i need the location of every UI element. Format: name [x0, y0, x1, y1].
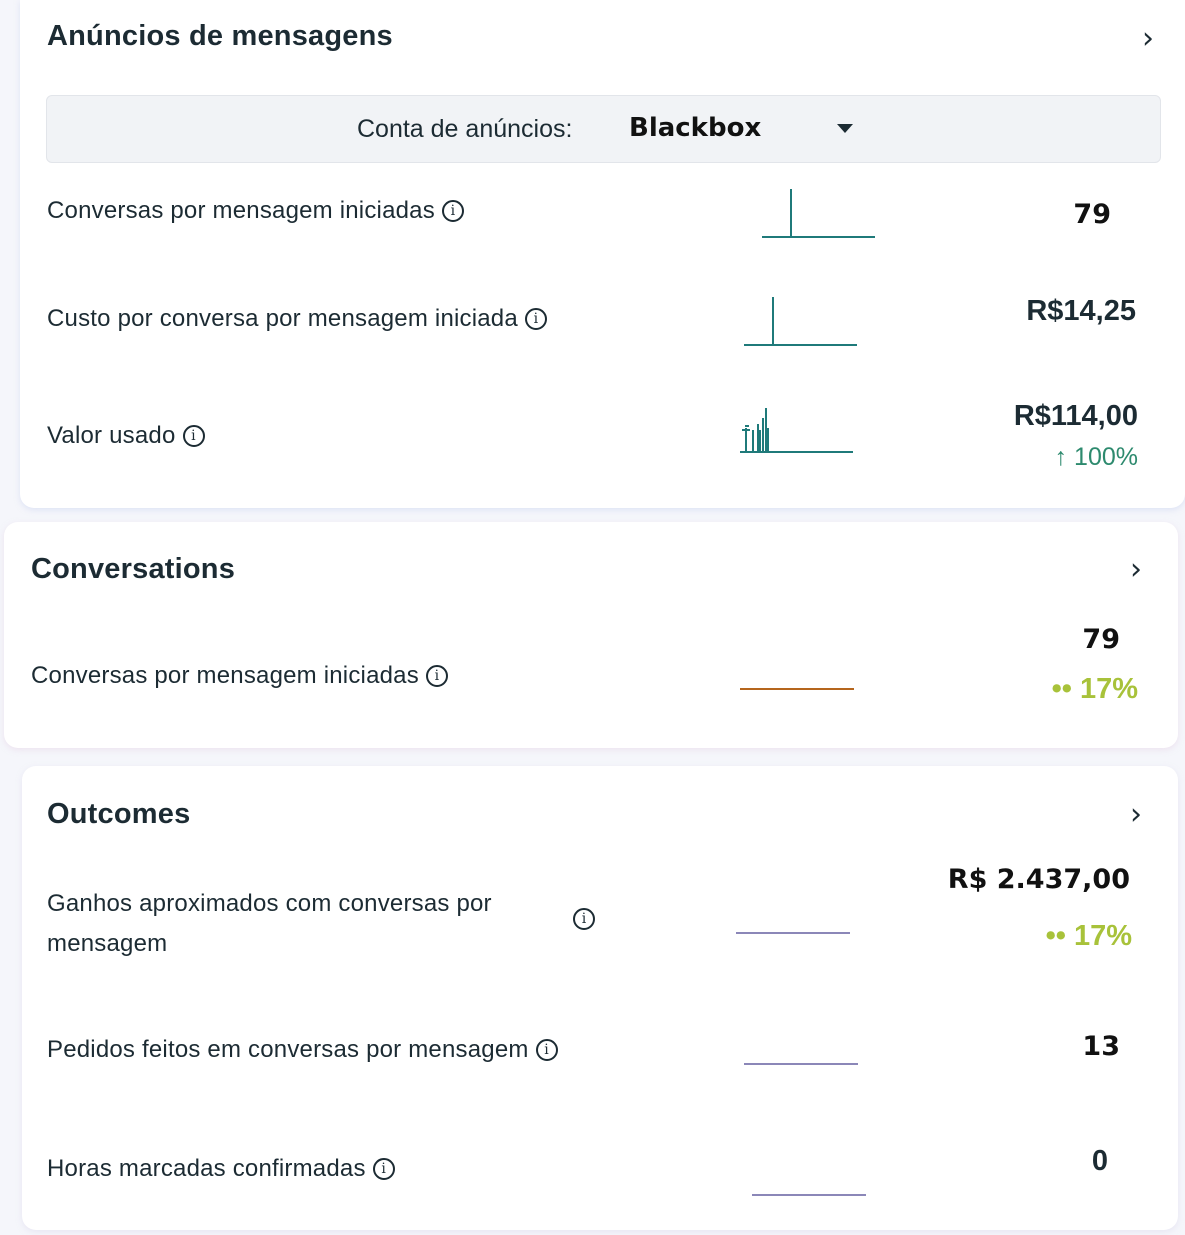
caret-down-icon — [837, 124, 853, 133]
conversations-section-title: Conversations — [31, 553, 236, 585]
metric-value-estimated-earnings: R$ 2.437,00 — [947, 864, 1130, 895]
info-icon[interactable]: i — [524, 308, 547, 330]
sparkline-conversations — [762, 189, 875, 238]
metric-row-label: Pedidos feitos em conversas por mensagem… — [47, 1036, 558, 1064]
ads-card: Anúncios de mensagens › Conta de anúncio… — [20, 0, 1185, 508]
sparkline-conversations-trend — [740, 688, 854, 690]
metric-delta-amount-spent: ↑ 100% — [1054, 443, 1138, 471]
metric-value-amount-spent: R$114,00 — [1013, 400, 1138, 432]
info-icon[interactable]: i — [441, 200, 464, 222]
metric-row-label: Valor usado i — [47, 422, 205, 450]
metric-label-estimated-earnings-line1: Ganhos aproximados com conversas por — [47, 890, 492, 917]
metric-row-label: Custo por conversa por mensagem iniciada… — [47, 305, 547, 333]
metric-row-label: Conversas por mensagem iniciadas i — [31, 662, 448, 690]
info-icon[interactable]: i — [425, 665, 448, 687]
metric-value-orders: 13 — [1082, 1031, 1120, 1062]
metric-label-amount-spent: Valor usado — [47, 422, 176, 449]
outcomes-card: Outcomes › Ganhos aproximados com conver… — [22, 766, 1178, 1230]
ad-account-value: Blackbox — [629, 113, 762, 143]
metric-value-cost-per-conversation: R$14,25 — [1026, 295, 1136, 327]
sparkline-estimated-earnings — [736, 932, 850, 934]
metric-label-cost-per-conversation: Custo por conversa por mensagem iniciada — [47, 305, 518, 332]
metric-label-conversations-started: Conversas por mensagem iniciadas — [31, 662, 419, 689]
info-icon[interactable]: i — [573, 908, 595, 930]
metric-delta-conversations: •• 17% — [1051, 673, 1138, 705]
sparkline-orders — [744, 1063, 858, 1065]
outcomes-section-title: Outcomes — [47, 798, 191, 830]
ad-account-label: Conta de anúncios: — [357, 115, 573, 143]
metric-value-conversations: 79 — [1073, 199, 1111, 230]
metric-label-confirmed-appointments: Horas marcadas confirmadas — [47, 1155, 366, 1182]
sparkline-amount-spent — [740, 408, 853, 453]
metric-label-conversations-started: Conversas por mensagem iniciadas — [47, 197, 435, 224]
metric-label-orders: Pedidos feitos em conversas por mensagem — [47, 1036, 529, 1063]
ads-section-title: Anúncios de mensagens — [47, 20, 393, 52]
metric-row-label: Ganhos aproximados com conversas por men… — [47, 884, 492, 964]
metric-label-estimated-earnings-line2: mensagem — [47, 930, 168, 957]
ad-account-selector[interactable]: Conta de anúncios: Blackbox — [46, 95, 1161, 163]
chevron-right-icon[interactable]: › — [1142, 24, 1154, 54]
metric-row-label: Horas marcadas confirmadas i — [47, 1155, 395, 1183]
metric-delta-estimated-earnings: •• 17% — [1045, 920, 1132, 952]
info-icon[interactable]: i — [372, 1158, 395, 1180]
chevron-right-icon[interactable]: › — [1130, 800, 1142, 830]
sparkline-cost-per-conversation — [744, 297, 857, 346]
chevron-right-icon[interactable]: › — [1130, 555, 1142, 585]
info-icon[interactable]: i — [182, 425, 205, 447]
metric-value-confirmed-appointments: 0 — [1091, 1145, 1108, 1177]
sparkline-confirmed-appointments — [752, 1194, 866, 1196]
info-icon[interactable]: i — [535, 1039, 558, 1061]
conversations-card: Conversations › Conversas por mensagem i… — [4, 522, 1178, 748]
metric-value-conversations: 79 — [1082, 624, 1120, 655]
metric-row-label: Conversas por mensagem iniciadas i — [47, 197, 464, 225]
